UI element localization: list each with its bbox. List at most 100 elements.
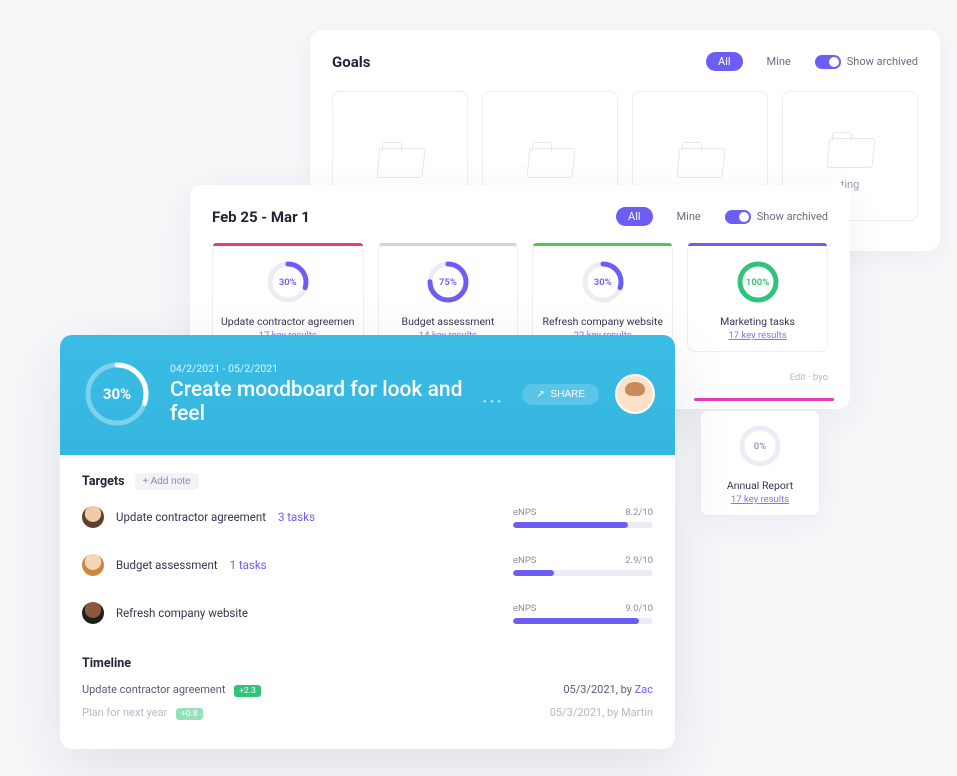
- task-title-text: Create moodboard for look and feel: [170, 378, 474, 426]
- timeline-section: Timeline Update contractor agreement +2.…: [60, 656, 675, 749]
- goal-card[interactable]: 100% Marketing tasks 17 key results: [687, 244, 828, 352]
- target-tasks-link[interactable]: 1 tasks: [230, 558, 267, 572]
- timeline-row[interactable]: Update contractor agreement +2.3 05/3/20…: [82, 683, 653, 696]
- progress-pct: 100%: [735, 259, 781, 305]
- goal-card-title: Update contractor agreemen: [221, 315, 355, 328]
- progress-pct: 30%: [265, 259, 311, 305]
- goal-card-sub[interactable]: 17 key results: [728, 330, 786, 341]
- target-metric: eNPS 8.2/10: [513, 507, 653, 528]
- progress-pct: 75%: [425, 259, 471, 305]
- timeline-text: Update contractor agreement: [82, 683, 225, 696]
- show-archived-toggle-wrap: Show archived: [815, 55, 918, 69]
- goal-card-accent: [688, 243, 827, 246]
- add-note-button[interactable]: + Add note: [135, 473, 199, 490]
- metric-score: 9.0/10: [625, 603, 653, 614]
- range-filter-group: All Mine Show archived: [616, 207, 828, 226]
- timeline-row[interactable]: Plan for next year +0.8 05/3/2021, by Ma…: [82, 706, 653, 719]
- metric-score: 2.9/10: [625, 555, 653, 566]
- filter-mine-pill[interactable]: Mine: [755, 52, 803, 71]
- targets-section-head: Targets + Add note: [82, 473, 653, 490]
- metric-top: eNPS 2.9/10: [513, 555, 653, 566]
- target-tasks-link[interactable]: 3 tasks: [278, 510, 315, 524]
- target-left: Refresh company website: [82, 602, 501, 624]
- share-icon: [536, 389, 546, 399]
- task-detail-panel: 30% 04/2/2021 - 05/2/2021 Create moodboa…: [60, 335, 675, 749]
- timeline-by-link[interactable]: Martin: [621, 706, 653, 719]
- folder-icon: [826, 122, 874, 170]
- timeline-by-link[interactable]: Zac: [635, 683, 653, 696]
- progress-pct: 30%: [580, 259, 626, 305]
- peek-card-sub[interactable]: 17 key results: [731, 494, 789, 505]
- share-button-label: SHARE: [551, 389, 585, 400]
- more-icon[interactable]: ···: [482, 392, 503, 413]
- progress-ring: 75%: [425, 259, 471, 305]
- metric-score: 8.2/10: [625, 507, 653, 518]
- timeline-heading: Timeline: [82, 656, 653, 671]
- show-archived-toggle[interactable]: [815, 55, 841, 69]
- goal-card-accent: [379, 243, 518, 246]
- task-detail-titlewrap: 04/2/2021 - 05/2/2021 Create moodboard f…: [170, 362, 504, 426]
- timeline-date: 05/3/2021: [550, 706, 602, 719]
- metric-bar: [513, 570, 653, 576]
- metric-label: eNPS: [513, 555, 536, 566]
- filter-all-pill[interactable]: All: [616, 207, 653, 226]
- target-metric: eNPS 2.9/10: [513, 555, 653, 576]
- goal-card-title: Budget assessment: [402, 315, 495, 328]
- timeline-date: 05/3/2021: [563, 683, 615, 696]
- folder-icon: [676, 132, 724, 180]
- progress-ring: 30%: [580, 259, 626, 305]
- range-panel-header: Feb 25 - Mar 1 All Mine Show archived: [212, 207, 828, 226]
- target-name: Update contractor agreement: [116, 510, 266, 524]
- progress-ring: 100%: [735, 259, 781, 305]
- folder-icon: [376, 132, 424, 180]
- target-avatar: [82, 554, 104, 576]
- targets-section: Targets + Add note Update contractor agr…: [60, 455, 675, 656]
- progress-ring: 30%: [265, 259, 311, 305]
- metric-bar: [513, 618, 653, 624]
- task-date-range: 04/2/2021 - 05/2/2021: [170, 362, 504, 375]
- target-metric: eNPS 9.0/10: [513, 603, 653, 624]
- goals-title: Goals: [332, 53, 370, 71]
- range-title: Feb 25 - Mar 1: [212, 208, 310, 226]
- show-archived-label: Show archived: [847, 55, 918, 68]
- goals-filter-group: All Mine Show archived: [706, 52, 918, 71]
- annual-report-card[interactable]: 0% Annual Report 17 key results: [700, 410, 820, 516]
- big-progress-pct: 30%: [82, 359, 152, 429]
- row2-meta: Edit · byo: [685, 372, 829, 383]
- show-archived-toggle[interactable]: [725, 210, 751, 224]
- task-detail-header: 30% 04/2/2021 - 05/2/2021 Create moodboa…: [60, 335, 675, 455]
- goal-card-title: Refresh company website: [542, 315, 663, 328]
- show-archived-label: Show archived: [757, 210, 828, 223]
- target-row[interactable]: Budget assessment 1 tasks eNPS 2.9/10: [82, 554, 653, 576]
- goal-card-meta: Edit · byo: [685, 372, 829, 383]
- goal-card-title: Marketing tasks: [720, 315, 795, 328]
- goal-card-accent: [213, 243, 363, 246]
- timeline-badge: +2.3: [234, 685, 261, 697]
- goal-card-accent: [533, 243, 672, 246]
- filter-all-pill[interactable]: All: [706, 52, 743, 71]
- peek-accent: [694, 398, 834, 401]
- targets-heading: Targets: [82, 474, 125, 489]
- timeline-badge: +0.8: [176, 708, 203, 720]
- metric-bar: [513, 522, 653, 528]
- metric-label: eNPS: [513, 603, 536, 614]
- timeline-text-wrap: Update contractor agreement +2.3: [82, 683, 261, 696]
- metric-label: eNPS: [513, 507, 536, 518]
- target-left: Budget assessment 1 tasks: [82, 554, 501, 576]
- target-row[interactable]: Refresh company website eNPS 9.0/10: [82, 602, 653, 624]
- target-avatar: [82, 506, 104, 528]
- target-name: Refresh company website: [116, 606, 248, 620]
- folder-icon: [526, 132, 574, 180]
- target-row[interactable]: Update contractor agreement 3 tasks eNPS…: [82, 506, 653, 528]
- peek-card-title: Annual Report: [727, 479, 793, 492]
- target-avatar: [82, 602, 104, 624]
- show-archived-toggle-wrap: Show archived: [725, 210, 828, 224]
- progress-pct: 0%: [737, 423, 783, 469]
- target-left: Update contractor agreement 3 tasks: [82, 506, 501, 528]
- share-button[interactable]: SHARE: [522, 384, 599, 405]
- progress-ring: 0%: [737, 423, 783, 469]
- timeline-text-wrap: Plan for next year +0.8: [82, 706, 203, 719]
- filter-mine-pill[interactable]: Mine: [665, 207, 713, 226]
- goals-panel-header: Goals All Mine Show archived: [332, 52, 918, 71]
- owner-avatar[interactable]: [617, 376, 653, 412]
